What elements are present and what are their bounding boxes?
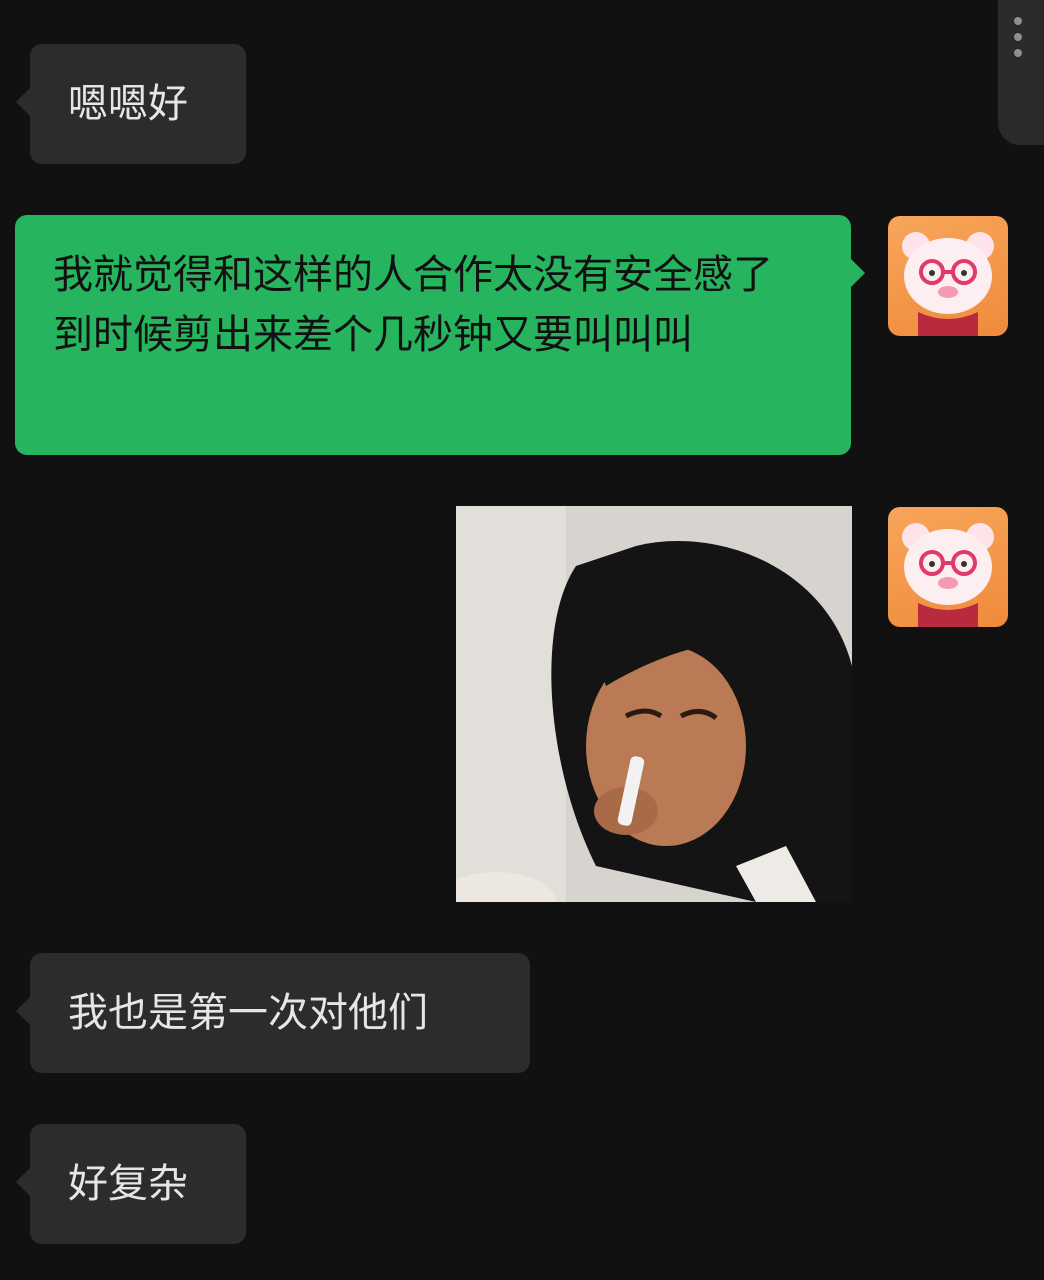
message-text: 我就觉得和这样的人合作太没有安全感了 到时候剪出来差个几秒钟又要叫叫叫 xyxy=(53,252,773,358)
sticker-image[interactable] xyxy=(456,506,852,902)
outgoing-message[interactable]: 我就觉得和这样的人合作太没有安全感了 到时候剪出来差个几秒钟又要叫叫叫 xyxy=(15,215,865,455)
more-vertical-icon xyxy=(1014,49,1022,57)
bear-with-glasses-avatar-icon xyxy=(902,523,994,627)
incoming-message[interactable]: 我也是第一次对他们 xyxy=(16,953,530,1073)
user-avatar[interactable] xyxy=(888,216,1008,336)
more-vertical-icon xyxy=(1014,33,1022,41)
more-menu-button[interactable] xyxy=(998,0,1044,145)
message-text: 嗯嗯好 xyxy=(68,81,188,127)
message-text: 好复杂 xyxy=(68,1161,188,1207)
incoming-message[interactable]: 嗯嗯好 xyxy=(16,44,246,164)
more-vertical-icon xyxy=(1014,17,1022,25)
user-avatar[interactable] xyxy=(888,507,1008,627)
bear-with-glasses-avatar-icon xyxy=(902,232,994,336)
message-text: 我也是第一次对他们 xyxy=(68,990,428,1036)
incoming-message[interactable]: 好复杂 xyxy=(16,1124,246,1244)
photo-illustration xyxy=(456,506,852,902)
